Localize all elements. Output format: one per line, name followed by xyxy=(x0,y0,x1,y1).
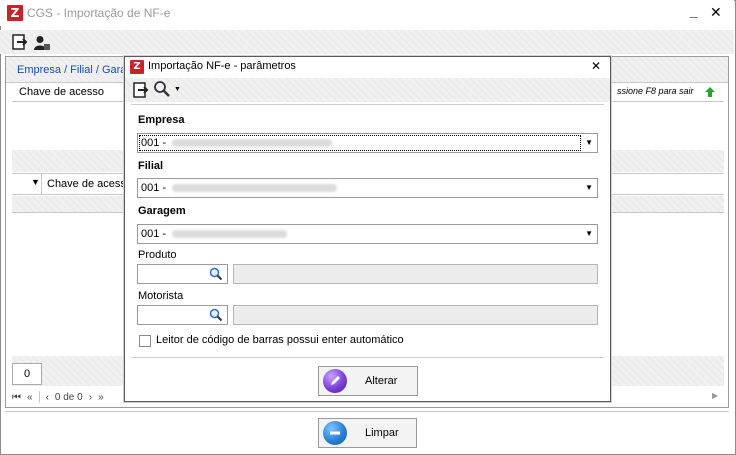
chave-label: Chave de acesso xyxy=(19,86,104,98)
pager-text: 0 de 0 xyxy=(54,391,83,403)
next-page-button[interactable]: » xyxy=(98,392,104,403)
redacted-text xyxy=(172,230,288,238)
produto-input[interactable] xyxy=(137,264,228,284)
dialog-titlebar: Z Importação NF-e - parâmetros ✕ xyxy=(125,57,610,77)
app-logo-icon: Z xyxy=(130,60,144,74)
alterar-label: Alterar xyxy=(365,375,398,387)
chevron-down-icon[interactable]: ▼ xyxy=(174,86,181,93)
filial-select[interactable]: 001 - ▼ xyxy=(137,178,598,198)
pager: ⏮ « ‹ 0 de 0 › » xyxy=(12,390,104,404)
garagem-value: 001 - xyxy=(141,228,167,240)
dialog-toolbar xyxy=(125,78,610,102)
search-icon[interactable] xyxy=(209,308,223,325)
search-icon[interactable] xyxy=(153,80,171,98)
minimize-button[interactable]: _ xyxy=(690,3,698,19)
hint-text: ssione F8 para sair xyxy=(617,86,694,96)
produto-label: Produto xyxy=(138,249,177,261)
motorista-description xyxy=(233,305,598,325)
prev-button[interactable]: ‹ xyxy=(46,392,49,403)
chevron-down-icon[interactable]: ▼ xyxy=(585,138,593,147)
limpar-button[interactable]: Limpar xyxy=(318,418,417,448)
redacted-text xyxy=(172,184,338,192)
sort-down-icon[interactable]: ▼ xyxy=(31,177,40,187)
garagem-label: Garagem xyxy=(138,205,186,217)
filial-label: Filial xyxy=(138,160,164,172)
main-toolbar xyxy=(0,30,734,54)
garagem-select[interactable]: 001 - ▼ xyxy=(137,224,598,244)
alterar-button[interactable]: Alterar xyxy=(318,366,418,396)
first-page-button[interactable]: ⏮ xyxy=(12,392,21,403)
edit-icon xyxy=(323,369,347,393)
window-title: CGS - Importação de NF-e xyxy=(27,6,171,20)
leitor-label[interactable]: Leitor de código de barras possui enter … xyxy=(156,334,404,346)
dialog-close-button[interactable]: ✕ xyxy=(591,59,601,73)
company-link[interactable]: Empresa / Filial / Gara xyxy=(17,64,126,76)
empresa-label: Empresa xyxy=(138,114,185,126)
divider xyxy=(38,391,40,403)
filial-value: 001 - xyxy=(141,182,167,194)
main-titlebar: Z CGS - Importação de NF-e _ ✕ xyxy=(0,0,734,26)
divider xyxy=(41,174,42,194)
exit-icon[interactable] xyxy=(132,81,150,99)
motorista-input[interactable] xyxy=(137,305,228,325)
limpar-label: Limpar xyxy=(365,427,399,439)
app-logo-icon: Z xyxy=(7,5,23,21)
arrow-up-icon[interactable] xyxy=(704,86,716,101)
empresa-select[interactable]: 001 - ▼ xyxy=(137,133,598,153)
search-icon[interactable] xyxy=(209,267,223,284)
chevron-down-icon[interactable]: ▼ xyxy=(585,229,593,238)
next-button[interactable]: › xyxy=(89,392,92,403)
prev-page-button[interactable]: « xyxy=(27,392,33,403)
motorista-label: Motorista xyxy=(138,290,184,302)
exit-icon[interactable] xyxy=(11,33,29,51)
redacted-text xyxy=(172,139,333,147)
leitor-checkbox[interactable] xyxy=(139,335,151,347)
grid-column-header[interactable]: Chave de acess xyxy=(47,178,126,190)
minus-icon xyxy=(323,421,347,445)
user-icon[interactable] xyxy=(33,34,51,52)
record-count: 0 xyxy=(12,363,42,385)
divider xyxy=(5,411,729,412)
produto-description xyxy=(233,264,598,284)
dialog-title: Importação NF-e - parâmetros xyxy=(148,60,296,72)
close-button[interactable]: ✕ xyxy=(710,4,722,21)
chevron-down-icon[interactable]: ▼ xyxy=(585,183,593,192)
scroll-right-icon[interactable]: ▶ xyxy=(712,391,718,400)
